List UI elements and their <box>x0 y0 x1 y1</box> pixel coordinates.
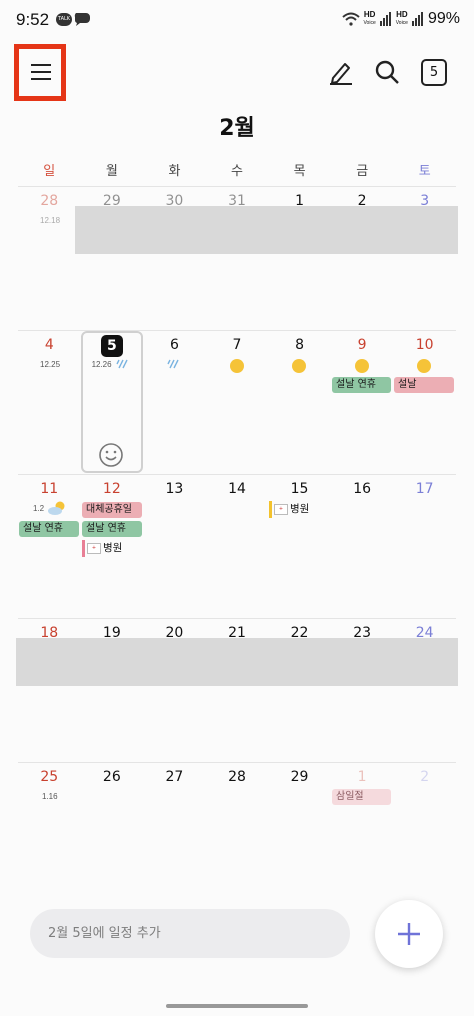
event-seollal[interactable]: 설날 <box>394 377 454 393</box>
sun-weather-icon <box>229 359 244 373</box>
edit-pencil-icon[interactable] <box>328 59 354 85</box>
day-cell[interactable]: 13 <box>143 474 206 618</box>
week-row-1: 28 12.18 29 30 31 1 2 3 <box>0 186 474 330</box>
quick-add-event-input[interactable]: 2월 5일에 일정 추가 <box>30 909 350 958</box>
battery-level: 99% <box>427 10 460 27</box>
week-row-3: 11 1.2 12 13 14 15 16 17 대체공휴일 설날 연휴 설날 연… <box>0 474 474 618</box>
lunar-date: 1.16 <box>42 792 58 801</box>
weekday-sun: 일 <box>43 164 56 179</box>
weekday-sat: 토 <box>418 164 431 179</box>
day-cell[interactable]: 28 12.18 <box>18 186 81 330</box>
lunar-date: 1.2 <box>33 504 45 513</box>
signal-icon-2 <box>411 12 423 26</box>
hd-voice-indicator-2: HD Voice <box>395 10 408 27</box>
chat-bubble-icon <box>74 13 90 26</box>
day-cell[interactable]: 28 <box>206 762 269 906</box>
hd-voice-indicator: HD Voice <box>363 10 376 27</box>
day-cell[interactable]: 18 <box>18 618 81 762</box>
day-cell[interactable]: 26 <box>81 762 144 906</box>
sun-weather-icon <box>292 359 307 373</box>
day-cell[interactable]: 4 12.25 <box>18 330 81 474</box>
weekday-mon: 월 <box>105 164 118 179</box>
day-cell[interactable]: 14 <box>206 474 269 618</box>
sun-weather-icon <box>354 359 369 373</box>
event-hospital[interactable]: + 병원 <box>269 501 309 518</box>
day-cell[interactable]: 15 <box>268 474 331 618</box>
day-cell[interactable]: 1 <box>331 762 394 906</box>
weekday-header: 일 월 화 수 목 금 토 <box>18 160 456 184</box>
day-cell[interactable]: 17 <box>393 474 456 618</box>
day-cell[interactable]: 16 <box>331 474 394 618</box>
day-cell[interactable]: 6 <box>143 330 206 474</box>
weekday-tue: 화 <box>168 164 181 179</box>
search-icon[interactable] <box>374 59 400 85</box>
event-seollal-holiday[interactable]: 설날 연휴 <box>332 377 391 393</box>
rain-weather-icon <box>167 359 179 369</box>
day-cell[interactable]: 3 <box>393 186 456 330</box>
event-seollal-holiday[interactable]: 설날 연휴 <box>82 521 142 537</box>
status-time: 9:52 <box>16 10 50 29</box>
weekday-thu: 목 <box>293 164 306 179</box>
menu-button[interactable] <box>14 44 66 101</box>
day-cell[interactable]: 8 <box>268 330 331 474</box>
day-cell[interactable]: 21 <box>206 618 269 762</box>
status-bar: 9:52 TALK HD Voice HD Voice 99% <box>0 0 474 40</box>
partly-cloudy-icon <box>48 501 65 515</box>
add-event-button[interactable] <box>375 900 443 968</box>
wifi-icon <box>341 12 360 26</box>
kakaotalk-icon: TALK <box>56 13 72 26</box>
week-row-4: 18 19 20 21 22 23 24 <box>0 618 474 762</box>
hamburger-menu-icon <box>31 64 51 80</box>
day-cell[interactable]: 22 <box>268 618 331 762</box>
day-cell[interactable]: 29 <box>268 762 331 906</box>
day-cell[interactable]: 2 <box>331 186 394 330</box>
day-cell[interactable]: 24 <box>393 618 456 762</box>
plus-icon <box>398 923 420 945</box>
month-title[interactable]: 2월 <box>0 110 474 142</box>
sun-weather-icon <box>417 359 432 373</box>
event-seollal-holiday[interactable]: 설날 연휴 <box>19 521 79 537</box>
signal-icon <box>379 12 391 26</box>
event-samiljeol[interactable]: 삼일절 <box>332 789 391 805</box>
day-cell[interactable]: 23 <box>331 618 394 762</box>
hospital-icon: + <box>87 543 101 554</box>
event-hospital[interactable]: + 병원 <box>82 540 122 557</box>
day-cell[interactable]: 20 <box>143 618 206 762</box>
weekday-fri: 금 <box>356 164 369 179</box>
lunar-date: 12.18 <box>40 216 61 225</box>
today-button[interactable]: 5 <box>421 59 447 86</box>
day-cell[interactable]: 19 <box>81 618 144 762</box>
day-cell[interactable]: 27 <box>143 762 206 906</box>
lunar-date: 12.25 <box>40 360 61 369</box>
day-cell[interactable]: 7 <box>206 330 269 474</box>
event-substitute-holiday[interactable]: 대체공휴일 <box>82 502 142 518</box>
smiley-sticker-icon[interactable] <box>98 442 124 468</box>
day-cell[interactable]: 9 <box>331 330 394 474</box>
day-cell[interactable]: 11 1.2 <box>18 474 81 618</box>
week-row-5: 25 1.16 26 27 28 29 1 2 삼일절 <box>0 762 474 906</box>
day-cell[interactable]: 29 <box>81 186 144 330</box>
weekday-wed: 수 <box>231 164 243 179</box>
gesture-nav-bar[interactable] <box>166 1004 308 1008</box>
week-row-2: 4 12.25 5 12.26 6 7 8 9 10 설날 연휴 설날 <box>0 330 474 474</box>
day-cell[interactable]: 30 <box>143 186 206 330</box>
hospital-icon: + <box>274 504 288 515</box>
day-cell[interactable]: 10 <box>393 330 456 474</box>
day-cell[interactable]: 31 <box>206 186 269 330</box>
day-cell[interactable]: 1 <box>268 186 331 330</box>
day-cell[interactable]: 25 1.16 <box>18 762 81 906</box>
day-cell[interactable]: 2 <box>393 762 456 906</box>
